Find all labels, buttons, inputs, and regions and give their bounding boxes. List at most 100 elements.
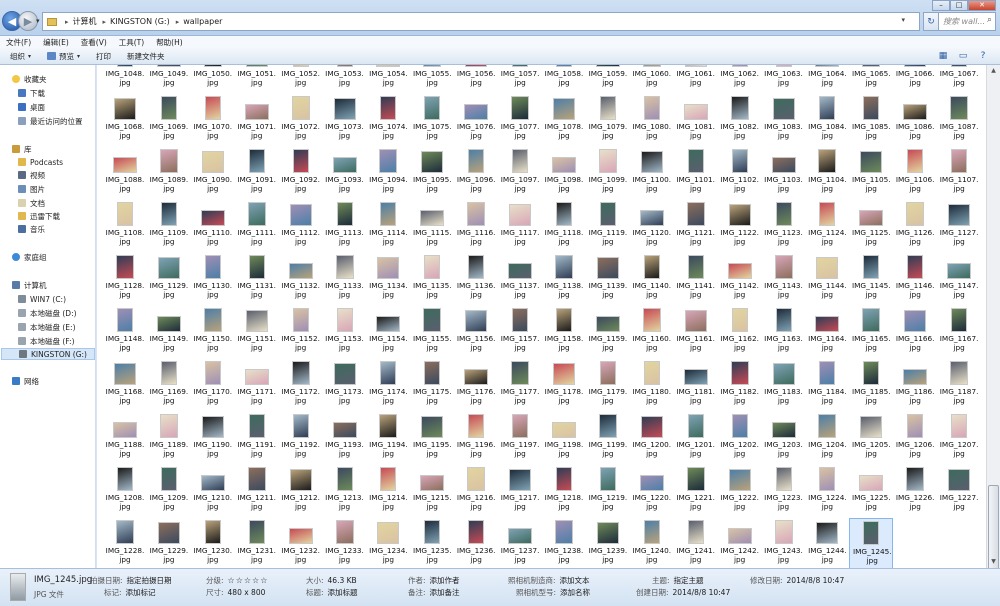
maximize-button[interactable]: □ [950, 0, 968, 11]
nav-downloads[interactable]: 下载 [18, 87, 45, 99]
search-icon[interactable]: ⌕ [987, 15, 992, 25]
address-bar[interactable]: ▸ 计算机 ▸ KINGSTON (G:) ▸ wallpaper ▾ [42, 12, 920, 31]
nav-network[interactable]: 网络 [12, 375, 39, 387]
file-thumbnail [380, 96, 397, 120]
nav-libraries[interactable]: 库 [12, 143, 32, 155]
breadcrumb-computer[interactable]: 计算机 [73, 16, 97, 27]
file-thumbnail [248, 255, 265, 279]
file-thumbnail [816, 522, 839, 544]
file-thumbnail [159, 414, 178, 438]
forward-button[interactable]: ▶ [18, 11, 38, 31]
file-thumbnail [859, 210, 884, 226]
file-item[interactable]: IMG_1067. jpg [937, 65, 981, 93]
new-folder-button[interactable]: 新建文件夹 [127, 51, 165, 62]
nav-drive-e[interactable]: 本地磁盘 (E:) [18, 321, 76, 333]
file-thumbnail [642, 65, 661, 67]
scroll-down-icon[interactable]: ▼ [987, 556, 1000, 568]
rating-field[interactable]: 分级: ☆☆☆☆☆ [206, 575, 268, 586]
dimensions-field: 尺寸: 480 x 800 [206, 588, 266, 597]
file-thumbnail [731, 308, 748, 332]
file-thumbnail [948, 204, 971, 226]
file-thumbnail [595, 316, 620, 332]
nav-drive-c[interactable]: WIN7 (C:) [18, 293, 66, 305]
close-button[interactable]: ✕ [968, 0, 996, 11]
file-item[interactable]: IMG_1147. jpg [937, 253, 981, 305]
address-dropdown-icon[interactable]: ▾ [901, 16, 905, 24]
file-thumbnail [421, 151, 444, 173]
picture-icon [18, 185, 26, 193]
refresh-button[interactable]: ↻ [923, 12, 939, 31]
file-thumbnail [640, 416, 663, 438]
nav-homegroup[interactable]: 家庭组 [12, 251, 47, 263]
nav-favorites[interactable]: 收藏夹 [12, 73, 47, 85]
file-item[interactable]: IMG_1227. jpg [937, 465, 981, 517]
camera-model-field[interactable]: 照相机型号: 添加名称 [516, 587, 590, 598]
file-item[interactable]: IMG_1207. jpg [937, 412, 981, 464]
download-icon [18, 89, 26, 97]
file-item[interactable]: IMG_1245. jpg [849, 518, 894, 568]
file-item[interactable]: IMG_1127. jpg [937, 200, 981, 252]
nav-videos[interactable]: 视频 [18, 169, 45, 181]
file-thumbnail [424, 96, 441, 120]
search-input[interactable]: 搜索 wall... ⌕ [938, 12, 996, 31]
recent-pages-chevron-icon[interactable]: ▾ [36, 17, 40, 25]
nav-pictures[interactable]: 图片 [18, 183, 45, 195]
file-thumbnail [200, 210, 225, 226]
menu-tools[interactable]: 工具(T) [119, 37, 144, 48]
nav-drive-d[interactable]: 本地磁盘 (D:) [18, 307, 77, 319]
vertical-scrollbar[interactable]: ▲ ▼ [986, 65, 1000, 585]
rating-stars-icon[interactable]: ☆☆☆☆☆ [228, 576, 269, 585]
preview-button[interactable]: 预览 ▾ [47, 51, 80, 62]
nav-documents[interactable]: 文档 [18, 197, 45, 209]
nav-thunder-downloads[interactable]: 迅雷下载 [18, 210, 60, 222]
nav-desktop[interactable]: 桌面 [18, 101, 45, 113]
tags-field[interactable]: 标记: 添加标记 [104, 587, 156, 598]
preview-pane-icon[interactable]: ▭ [956, 51, 970, 62]
document-icon [18, 199, 26, 207]
nav-music[interactable]: 音乐 [18, 223, 45, 235]
title-field[interactable]: 标题: 添加标题 [306, 587, 358, 598]
file-thumbnail [248, 414, 265, 438]
organize-button[interactable]: 组织 ▾ [10, 51, 31, 62]
print-button[interactable]: 打印 [96, 51, 111, 62]
file-item[interactable]: IMG_1167. jpg [937, 306, 981, 358]
navigation-pane: 收藏夹 下载 桌面 最近访问的位置 库 Podcasts 视频 图片 文档 迅雷… [0, 65, 96, 568]
file-thumbnail [815, 316, 840, 332]
file-thumbnail [771, 157, 796, 173]
file-thumbnail [117, 308, 133, 332]
nav-recent-places[interactable]: 最近访问的位置 [18, 115, 83, 127]
menu-edit[interactable]: 编辑(E) [43, 37, 69, 48]
nav-drive-g[interactable]: KINGSTON (G:) [1, 348, 95, 360]
camera-maker-field[interactable]: 照相机制造商: 添加文本 [508, 575, 590, 586]
recent-places-icon [18, 117, 26, 125]
file-thumbnail [775, 308, 792, 332]
help-icon[interactable]: ? [976, 51, 990, 62]
menu-view[interactable]: 查看(V) [81, 37, 107, 48]
file-thumbnail [686, 202, 705, 226]
date-taken-field[interactable]: 拍摄日期: 指定拍摄日期 [90, 575, 172, 586]
author-field[interactable]: 作者: 添加作者 [408, 575, 460, 586]
menu-file[interactable]: 文件(F) [6, 37, 31, 48]
file-thumbnail [465, 310, 488, 332]
file-item[interactable]: IMG_1087. jpg [937, 94, 981, 146]
nav-drive-f[interactable]: 本地磁盘 (F:) [18, 335, 75, 347]
file-thumbnail [818, 414, 837, 438]
file-thumbnail [423, 65, 442, 67]
subject-field[interactable]: 主题: 指定主题 [652, 575, 704, 586]
nav-computer[interactable]: 计算机 [12, 279, 47, 291]
file-thumbnail [643, 361, 660, 385]
file-item[interactable]: IMG_1107. jpg [937, 147, 981, 199]
video-icon [18, 171, 26, 179]
comment-field[interactable]: 备注: 添加备注 [408, 587, 460, 598]
change-view-icon[interactable]: ▦ [936, 51, 950, 62]
minimize-button[interactable]: – [932, 0, 950, 11]
breadcrumb-drive[interactable]: KINGSTON (G:) [110, 17, 170, 26]
breadcrumb-folder[interactable]: wallpaper [183, 17, 222, 26]
menu-help[interactable]: 帮助(H) [156, 37, 183, 48]
file-item[interactable]: IMG_1187. jpg [937, 359, 981, 411]
file-thumbnail [465, 65, 488, 67]
nav-podcasts[interactable]: Podcasts [18, 156, 63, 168]
file-item[interactable]: IMG_1244. jpg [805, 518, 849, 568]
file-thumbnail [424, 255, 441, 279]
scroll-up-icon[interactable]: ▲ [987, 65, 1000, 77]
